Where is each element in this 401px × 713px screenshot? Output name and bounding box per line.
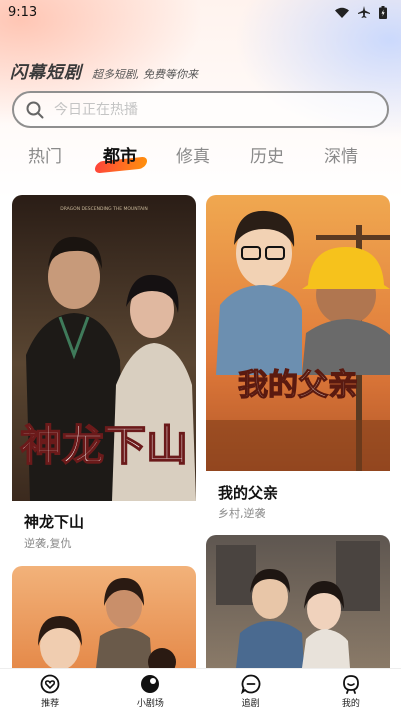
- tab-cultivation[interactable]: 修真: [163, 142, 223, 172]
- wifi-icon: [335, 7, 349, 18]
- chat-bubble-icon: [240, 674, 260, 694]
- status-time: 9:13: [8, 4, 38, 20]
- tab-history[interactable]: 历史: [237, 142, 297, 172]
- nav-recommend[interactable]: 推荐: [0, 669, 100, 713]
- category-tabs: 热门 都市 修真 历史 深情: [0, 142, 401, 176]
- app-slogan: 超多短剧, 免费等你来: [92, 68, 198, 81]
- nav-follow[interactable]: 追剧: [201, 669, 301, 713]
- status-bar: 9:13: [0, 0, 401, 24]
- tab-romance[interactable]: 深情: [311, 142, 371, 172]
- nav-recommend-label: 推荐: [41, 698, 60, 709]
- search-icon: [26, 101, 44, 118]
- nav-theater-label: 小剧场: [136, 698, 164, 709]
- drama-poster-1: DRAGON DESCENDING THE MOUNTAIN 神龙下山: [12, 195, 196, 501]
- drama-tags-2: 乡村,逆袭: [218, 507, 266, 520]
- drama-card-3[interactable]: [12, 566, 196, 668]
- drama-card-2[interactable]: 我的父亲 我的父亲 乡村,逆袭: [206, 195, 390, 525]
- drama-title-1: 神龙下山: [24, 513, 85, 531]
- battery-icon: [379, 5, 387, 19]
- status-icons: [335, 5, 387, 19]
- drama-poster-4: [206, 535, 390, 668]
- bottom-nav: 推荐 小剧场 追剧 我的: [0, 668, 401, 713]
- drama-card-1[interactable]: DRAGON DESCENDING THE MOUNTAIN 神龙下山 神龙下山…: [12, 195, 196, 555]
- drama-poster-3: [12, 566, 196, 668]
- airplane-icon: [358, 6, 370, 18]
- nav-profile-label: 我的: [341, 698, 360, 709]
- drama-title-2: 我的父亲: [218, 484, 279, 502]
- brand-header: 闪幕短剧 超多短剧, 免费等你来: [10, 58, 198, 83]
- heart-chat-icon: [40, 674, 60, 693]
- drama-tags-1: 逆袭,复仇: [24, 537, 72, 550]
- drama-poster-2: 我的父亲: [206, 195, 390, 471]
- nav-follow-label: 追剧: [241, 698, 260, 709]
- tab-city[interactable]: 都市: [90, 142, 150, 172]
- poster-2-title: 我的父亲: [238, 368, 358, 403]
- app-logo-text: 闪幕短剧: [10, 63, 82, 83]
- search-bar[interactable]: [12, 91, 389, 128]
- nav-profile[interactable]: 我的: [301, 669, 401, 713]
- poster-1-subtitle: DRAGON DESCENDING THE MOUNTAIN: [60, 206, 148, 212]
- theater-icon: [141, 674, 160, 693]
- profile-icon: [342, 674, 359, 694]
- search-input[interactable]: [54, 101, 354, 118]
- drama-card-4[interactable]: [206, 535, 390, 668]
- poster-1-title: 神龙下山: [20, 421, 188, 470]
- nav-theater[interactable]: 小剧场: [100, 669, 200, 713]
- tab-hot[interactable]: 热门: [15, 142, 75, 172]
